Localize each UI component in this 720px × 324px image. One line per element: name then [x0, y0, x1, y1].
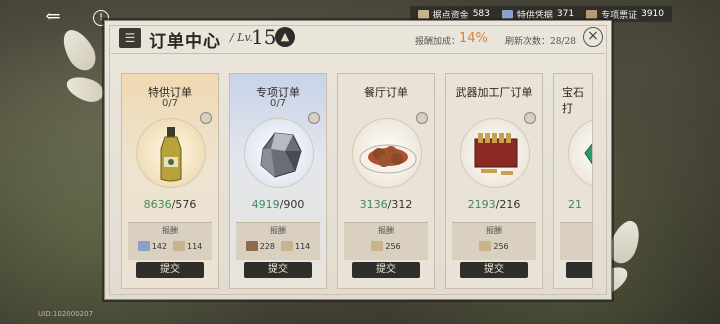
have-amount: 8636 [143, 198, 172, 211]
submit-button[interactable]: 提交 [244, 262, 312, 278]
level-value: 15 [251, 25, 277, 49]
card-count: 3136/312 [338, 198, 434, 211]
reward-value: 114 [295, 241, 311, 251]
reward-item: 142 [137, 241, 167, 251]
silver-ore-icon [260, 132, 302, 178]
card-progress: 0/7 [269, 98, 287, 109]
bonus-label: 报酬加成： [415, 37, 461, 47]
card-count: 21 [568, 198, 592, 211]
need-amount: /312 [387, 198, 413, 211]
reward-items: 142 114 [128, 241, 212, 251]
card-title: 餐厅订单 [364, 86, 408, 99]
currency-label: 专项票证 [601, 10, 638, 21]
scroll-icon: ☰ [119, 28, 141, 48]
reward-label: 报酬 [378, 226, 394, 235]
uid-label: UID:102000207 [38, 310, 94, 318]
order-card-project[interactable]: 专项订单 0/7 4919/900 报酬 228 114 提交 [229, 73, 327, 289]
item-frame [244, 118, 314, 188]
olive-oil-bottle-icon [160, 127, 182, 182]
page-title: 订单中心 [149, 32, 221, 52]
submit-button[interactable] [566, 262, 592, 278]
reward-label: 报酬 [486, 226, 502, 235]
ticket-icon [371, 241, 384, 251]
card-title: 宝石打 [562, 86, 584, 115]
reward-label: 报酬 [270, 226, 286, 235]
order-card-weapons-factory[interactable]: 武器加工厂订单 2193/216 报酬 256 提交 [445, 73, 543, 289]
reward-box [560, 222, 592, 260]
currency-label: 特供凭据 [516, 10, 553, 21]
ticket-icon [586, 9, 598, 19]
reward-item: 114 [173, 241, 202, 251]
card-count: 8636/576 [122, 198, 218, 211]
coin-icon [245, 241, 258, 251]
green-gem-icon [584, 143, 592, 165]
card-count: 2193/216 [446, 198, 542, 211]
currency-value: 371 [556, 9, 575, 19]
currency-value: 583 [472, 9, 490, 19]
need-amount: /576 [171, 198, 197, 211]
reward-box: 报酬 228 114 [236, 222, 320, 260]
ammo-crate-icon [474, 133, 518, 175]
level-up-arrow-icon[interactable]: ▲ [275, 27, 295, 47]
ticket-icon [173, 241, 185, 251]
need-amount: /900 [279, 198, 305, 211]
reward-item: 256 [479, 241, 509, 251]
reward-value: 256 [493, 241, 509, 251]
card-count: 4919/900 [230, 198, 326, 211]
reward-value: 114 [187, 241, 203, 251]
order-card-gem[interactable]: 宝石打 21 [553, 73, 593, 289]
voucher-icon [137, 241, 150, 251]
order-card-special[interactable]: 特供订单 0/7 8636/576 报酬 142 114 提交 [121, 73, 219, 289]
reward-box: 报酬 256 [452, 222, 536, 260]
item-frame [352, 118, 422, 188]
card-title: 武器加工厂订单 [455, 86, 533, 99]
have-amount: 4919 [251, 198, 280, 211]
currency-vouchers: 特供凭据 371 [501, 8, 575, 21]
submit-button[interactable]: 提交 [136, 262, 204, 278]
order-card-restaurant[interactable]: 餐厅订单 3136/312 报酬 256 提交 [337, 73, 435, 289]
currency-value: 3910 [641, 9, 664, 19]
back-arrow-icon[interactable]: ⇐ [40, 6, 66, 30]
have-amount: 21 [568, 198, 582, 211]
reward-value: 256 [385, 241, 401, 251]
reward-items: 256 [452, 241, 536, 251]
coin-icon [417, 9, 429, 19]
divider [111, 53, 605, 54]
level-label: / Lv. [230, 31, 253, 44]
reward-box: 报酬 256 [344, 222, 428, 260]
meatball-dish-icon [359, 144, 417, 174]
reward-value: 228 [259, 241, 275, 251]
refresh-count: 刷新次数：28/28 [505, 37, 576, 47]
reward-value: 142 [151, 241, 167, 251]
reward-items: 256 [344, 241, 428, 251]
submit-button[interactable]: 提交 [352, 262, 420, 278]
submit-button[interactable]: 提交 [460, 262, 528, 278]
close-icon[interactable]: × [583, 27, 603, 47]
bonus-value: 14% [459, 31, 488, 46]
reward-item: 114 [281, 241, 310, 251]
have-amount: 3136 [359, 198, 388, 211]
need-amount: /216 [495, 198, 521, 211]
reward-items: 228 114 [236, 241, 320, 251]
item-frame [460, 118, 530, 188]
item-frame [136, 118, 206, 188]
ticket-icon [479, 241, 492, 251]
reward-box: 报酬 142 114 [128, 222, 212, 260]
reward-label: 报酬 [162, 226, 178, 235]
currency-label: 据点资金 [432, 10, 469, 21]
currency-funds: 据点资金 583 [417, 8, 490, 21]
ticket-icon [281, 241, 293, 251]
voucher-icon [501, 9, 513, 19]
have-amount: 2193 [467, 198, 496, 211]
reward-item: 256 [371, 241, 401, 251]
order-center-panel: ☰ 订单中心 / Lv. 15 ▲ 报酬加成： 14% 刷新次数：28/28 ×… [104, 20, 612, 300]
currency-tickets: 专项票证 3910 [586, 8, 664, 21]
card-progress: 0/7 [161, 98, 179, 109]
item-frame [568, 118, 592, 188]
reward-item: 228 [245, 241, 275, 251]
